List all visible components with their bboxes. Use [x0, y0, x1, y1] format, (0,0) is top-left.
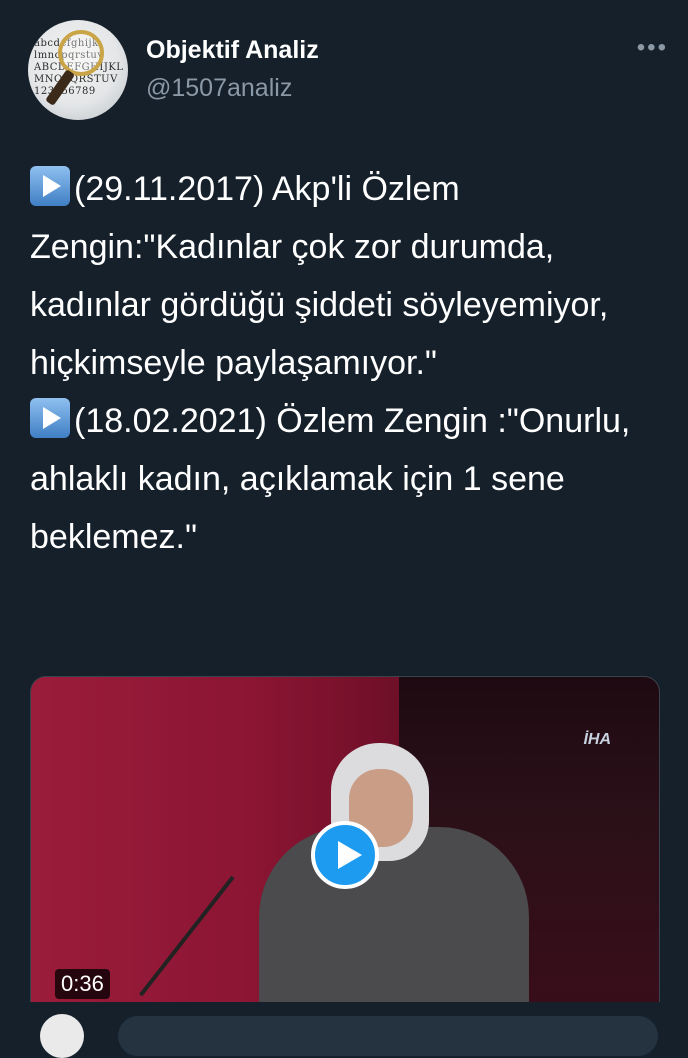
- video-duration-badge: 0:36: [55, 969, 110, 999]
- reply-input[interactable]: [118, 1016, 658, 1056]
- tweet-line-text: (18.02.2021) Özlem Zengin :"Onurlu, ahla…: [30, 402, 631, 556]
- tweet-header: abcdefghijk lmnopqrstuv ABCDEFGHIJKL MNOPQR…: [28, 20, 668, 120]
- author-display-name[interactable]: Objektif Analiz: [146, 36, 319, 65]
- tweet-text: (29.11.2017) Akp'li Özlem Zengin:"Kadınl…: [30, 160, 670, 566]
- play-button-emoji-icon: [30, 398, 70, 438]
- magnifier-lens-icon: [58, 30, 104, 76]
- play-button-emoji-icon: [30, 166, 70, 206]
- tweet-line-text: (29.11.2017) Akp'li Özlem Zengin:"Kadınl…: [30, 170, 609, 382]
- play-icon[interactable]: [311, 821, 379, 889]
- more-options-icon[interactable]: •••: [637, 34, 668, 62]
- tweet-line: (18.02.2021) Özlem Zengin :"Onurlu, ahla…: [30, 392, 670, 566]
- tweet-line: (29.11.2017) Akp'li Özlem Zengin:"Kadınl…: [30, 160, 670, 392]
- video-player[interactable]: İHA 0:36: [30, 676, 660, 1024]
- author-avatar[interactable]: abcdefghijk lmnopqrstuv ABCDEFGHIJKL MNOPQR…: [28, 20, 128, 120]
- broadcaster-logo: İHA: [583, 731, 611, 748]
- reply-avatar: [40, 1014, 84, 1058]
- author-handle[interactable]: @1507analiz: [146, 74, 292, 103]
